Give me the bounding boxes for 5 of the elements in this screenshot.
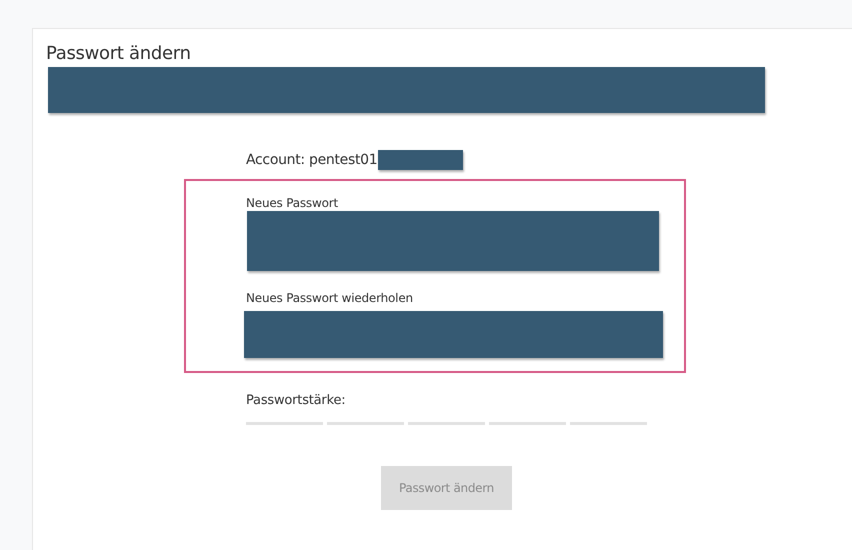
strength-label: Passwortstärke: (246, 393, 346, 408)
field-label: Neues Passwort (246, 196, 339, 210)
field-label: Neues Passwort wiederholen (246, 291, 414, 305)
panel-title: Passwort ändern (46, 43, 192, 65)
account-label: Account: pentest01 (246, 152, 378, 168)
